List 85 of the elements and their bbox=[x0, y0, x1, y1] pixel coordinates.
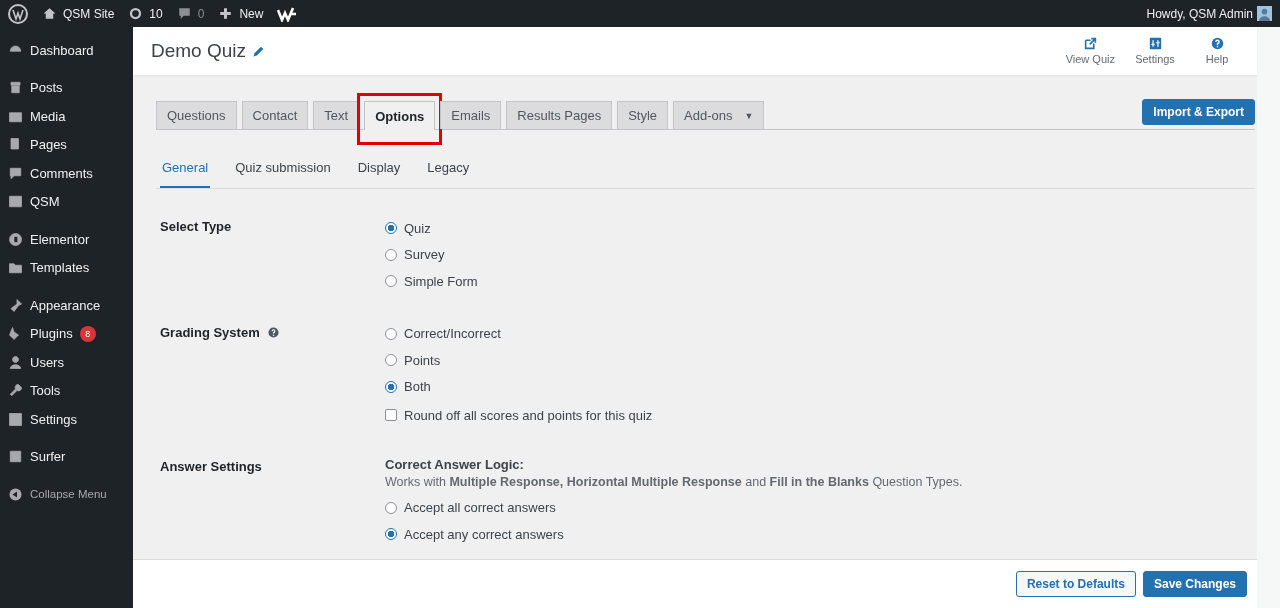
option-label: Round off all scores and points for this quiz bbox=[404, 407, 653, 423]
option-label: Survey bbox=[404, 247, 445, 263]
option-label: Quiz bbox=[404, 220, 431, 236]
menu-icon bbox=[8, 194, 23, 210]
pencil-icon[interactable] bbox=[252, 44, 266, 58]
option-label: Both bbox=[404, 379, 431, 395]
menu-icon bbox=[8, 449, 23, 465]
help-icon bbox=[1210, 37, 1224, 50]
option-description: Works with Multiple Response, Horizontal Multiple Response and Fill in the Blanks Question Types. bbox=[385, 474, 963, 489]
sidebar-item[interactable]: Comments bbox=[0, 159, 133, 188]
radio-button[interactable] bbox=[385, 380, 397, 393]
sub-tab[interactable]: Legacy bbox=[425, 148, 472, 188]
refresh-icon bbox=[128, 6, 144, 21]
count-badge: 8 bbox=[79, 325, 96, 342]
comments-link[interactable]: 0 bbox=[176, 6, 205, 21]
wordpress-logo[interactable] bbox=[8, 3, 28, 24]
menu-icon bbox=[8, 260, 23, 276]
radio-button[interactable] bbox=[385, 275, 397, 288]
menu-icon bbox=[8, 383, 23, 399]
user-greeting[interactable]: Howdy, QSM Admin bbox=[1146, 6, 1253, 21]
tab[interactable]: Style bbox=[617, 101, 669, 129]
menu-icon bbox=[8, 80, 23, 96]
setting-label: Select Type bbox=[160, 219, 232, 234]
menu-icon bbox=[8, 411, 23, 427]
setting-label: Answer Settings bbox=[160, 458, 262, 474]
tab[interactable]: Results Pages bbox=[506, 101, 613, 129]
sidebar-item[interactable]: QSM bbox=[0, 187, 133, 216]
tab[interactable]: Questions bbox=[156, 101, 237, 129]
sub-tab[interactable]: General bbox=[160, 148, 211, 188]
collapse-menu-button[interactable]: Collapse Menu bbox=[0, 480, 133, 509]
menu-icon bbox=[8, 297, 23, 313]
collapse-icon bbox=[8, 486, 23, 502]
header-action[interactable]: View Quiz bbox=[1065, 37, 1115, 65]
sidebar-item[interactable]: Elementor bbox=[0, 225, 133, 254]
sidebar-item[interactable]: Users bbox=[0, 348, 133, 377]
radio-button[interactable] bbox=[385, 327, 397, 340]
reset-button[interactable]: Reset to Defaults bbox=[1015, 571, 1136, 597]
option-heading: Correct Answer Logic: bbox=[385, 456, 525, 474]
option-label: Points bbox=[404, 352, 441, 368]
radio-button[interactable] bbox=[385, 501, 397, 514]
sidebar-item[interactable]: Posts bbox=[0, 73, 133, 102]
radio-button[interactable] bbox=[385, 222, 397, 235]
sidebar-item[interactable]: Surfer bbox=[0, 442, 133, 471]
sidebar-item[interactable]: Media bbox=[0, 102, 133, 131]
sidebar-item[interactable]: Pages bbox=[0, 130, 133, 159]
radio-button[interactable] bbox=[385, 528, 397, 541]
home-icon bbox=[42, 6, 57, 21]
sidebar-item[interactable]: Tools bbox=[0, 376, 133, 405]
sub-tab[interactable]: Display bbox=[355, 148, 403, 188]
radio-button[interactable] bbox=[385, 354, 397, 367]
option-label: Simple Form bbox=[404, 273, 478, 289]
sidebar-item[interactable]: Dashboard bbox=[0, 36, 133, 65]
menu-icon bbox=[8, 354, 23, 370]
tab[interactable]: Options bbox=[364, 101, 436, 130]
option-label: Accept all correct answers bbox=[404, 500, 556, 516]
updates-link[interactable]: 10 bbox=[128, 6, 163, 21]
tab[interactable]: Add-ons ▼ bbox=[673, 101, 765, 129]
sidebar-item[interactable]: Templates bbox=[0, 253, 133, 282]
header-action[interactable]: Settings bbox=[1133, 37, 1177, 65]
plus-icon bbox=[218, 6, 234, 21]
menu-icon bbox=[8, 165, 23, 181]
save-button[interactable]: Save Changes bbox=[1142, 571, 1247, 597]
radio-button[interactable] bbox=[385, 248, 397, 261]
sub-tab[interactable]: Quiz submission bbox=[233, 148, 333, 188]
header-action[interactable]: Help bbox=[1195, 37, 1239, 65]
checkbox[interactable] bbox=[385, 409, 397, 422]
import-export-button[interactable]: Import & Export bbox=[1142, 99, 1255, 125]
comment-icon bbox=[176, 6, 192, 21]
page-title: Demo Quiz bbox=[151, 40, 247, 62]
menu-icon bbox=[8, 231, 23, 247]
plugin-logo[interactable] bbox=[277, 5, 298, 22]
help-icon[interactable] bbox=[267, 326, 279, 338]
sidebar-item[interactable]: Plugins 8 bbox=[0, 319, 133, 348]
sidebar-item[interactable]: Settings bbox=[0, 405, 133, 434]
new-link[interactable]: New bbox=[218, 6, 264, 21]
sidebar-item[interactable]: Appearance bbox=[0, 291, 133, 320]
option-label: Correct/Incorrect bbox=[404, 326, 501, 342]
site-link[interactable]: QSM Site bbox=[42, 6, 115, 21]
tab[interactable]: Text bbox=[313, 101, 360, 129]
external-link-icon bbox=[1083, 37, 1097, 50]
setting-label: Grading System bbox=[160, 324, 260, 340]
option-label: Accept any correct answers bbox=[404, 526, 564, 542]
tab[interactable]: Contact bbox=[241, 101, 309, 129]
tab[interactable]: Emails bbox=[440, 101, 502, 129]
settings-icon bbox=[1148, 37, 1162, 50]
